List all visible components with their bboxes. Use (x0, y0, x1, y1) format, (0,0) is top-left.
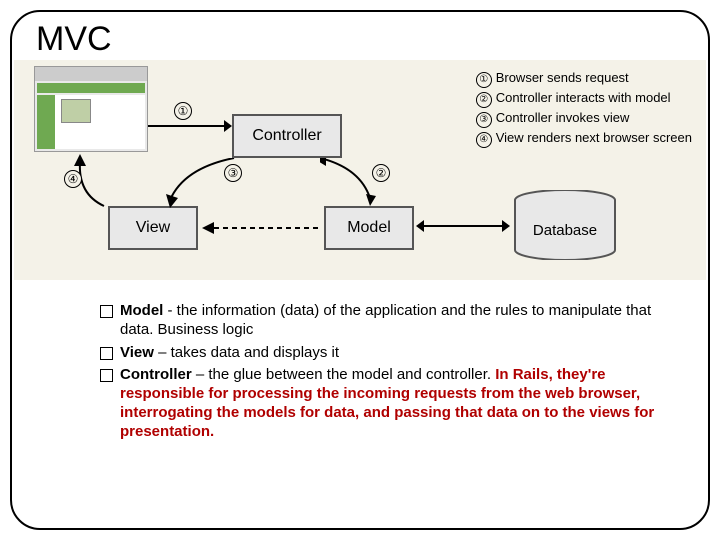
step-num-1: ① (476, 72, 492, 88)
circle-2: ② (372, 164, 390, 182)
bullet-view: View – takes data and displays it (100, 344, 668, 363)
arrow-model-view-dashed (202, 218, 322, 238)
step-text-3: Controller invokes view (496, 110, 630, 125)
database-label: Database (512, 222, 618, 239)
steps-legend: ① Browser sends request ② Controller inter… (476, 68, 692, 148)
bullet-list: Model - the information (data) of the ap… (100, 302, 668, 445)
bullet-model: Model - the information (data) of the ap… (100, 302, 668, 340)
circle-1: ① (174, 102, 192, 120)
view-box: View (108, 206, 198, 250)
arrow-controller-model (320, 158, 380, 210)
browser-thumbnail (34, 66, 148, 152)
mvc-diagram: ① Browser sends request ② Controller inter… (14, 60, 706, 280)
step-text-2: Controller interacts with model (496, 90, 671, 105)
bullet-controller: Controller – the glue between the model … (100, 366, 668, 441)
database-cylinder: Database (512, 190, 618, 260)
controller-box: Controller (232, 114, 342, 158)
step-text-1: Browser sends request (496, 70, 629, 85)
step-num-2: ② (476, 92, 492, 108)
step-num-3: ③ (476, 112, 492, 128)
arrow-model-db (416, 214, 510, 238)
model-box: Model (324, 206, 414, 250)
circle-3: ③ (224, 164, 242, 182)
step-text-4: View renders next browser screen (496, 130, 692, 145)
step-num-4: ④ (476, 132, 492, 148)
slide-title: MVC (36, 20, 112, 59)
circle-4: ④ (64, 170, 82, 188)
arrow-browser-controller (148, 114, 232, 138)
